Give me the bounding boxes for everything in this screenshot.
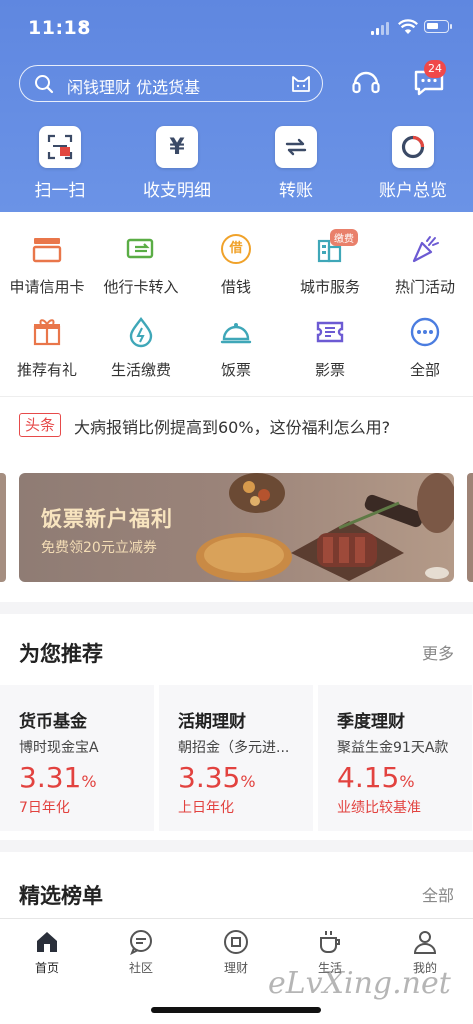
service-hot-events[interactable]: 热门活动 — [378, 232, 472, 312]
more-dots-icon — [408, 315, 442, 349]
product-name: 朝招金（多元进... — [178, 740, 290, 756]
tab-label: 首页 — [34, 961, 59, 975]
service-all[interactable]: 全部 — [378, 315, 472, 395]
recommendation-card[interactable]: 货币基金 博时现金宝A 3.31% 7日年化 — [0, 685, 154, 831]
cellular-signal-icon — [371, 21, 391, 35]
status-bar: 11:18 ➤ — [0, 0, 473, 56]
customer-service-headset-icon[interactable] — [350, 66, 382, 98]
borrow-icon-text: 借 — [221, 234, 251, 264]
service-label: 影票 — [314, 361, 345, 379]
wealth-icon — [223, 929, 249, 955]
service-apply-credit-card[interactable]: 申请信用卡 — [0, 232, 94, 312]
service-label: 申请信用卡 — [9, 278, 85, 296]
banner-subtitle: 免费领20元立减券 — [41, 540, 157, 556]
credit-card-icon — [30, 232, 64, 266]
search-icon — [35, 75, 54, 94]
service-label: 热门活动 — [394, 278, 455, 296]
top-header: 11:18 ➤ 闲钱理财 优选货基 24 扫一扫 ¥ 收支明细 转账 账户总览 — [0, 0, 473, 212]
product-category: 季度理财 — [337, 712, 405, 732]
promo-banner[interactable]: 饭票新户福利 免费领20元立减券 — [19, 473, 454, 582]
service-movie-ticket[interactable]: 影票 — [283, 315, 377, 395]
community-chat-icon — [128, 929, 154, 955]
party-popper-icon — [408, 232, 442, 266]
ranking-all-link[interactable]: 全部 — [422, 882, 454, 906]
quick-action-transactions[interactable]: ¥ 收支明细 — [117, 126, 237, 206]
service-referral-gift[interactable]: 推荐有礼 — [0, 315, 94, 395]
service-label: 借钱 — [220, 278, 251, 296]
dining-cloche-icon — [219, 315, 253, 349]
ranking-section: 精选榜单 全部 — [0, 852, 473, 922]
service-city-services[interactable]: 城市服务 — [283, 232, 377, 312]
search-placeholder: 闲钱理财 优选货基 — [67, 78, 201, 97]
service-label: 他行卡转入 — [103, 278, 179, 296]
account-overview-icon — [392, 126, 434, 168]
recommendation-section: 为您推荐 更多 货币基金 博时现金宝A 3.31% 7日年化 活期理财 朝招金（… — [0, 614, 473, 840]
service-label: 城市服务 — [299, 278, 360, 296]
transfer-icon — [275, 126, 317, 168]
headline-news-bar[interactable]: 头条 大病报销比例提高到60%，这份福利怎么用? — [0, 396, 473, 456]
carousel-next-peek — [467, 473, 473, 582]
tab-home[interactable]: 首页 — [0, 927, 94, 977]
cat-mascot-icon[interactable] — [290, 72, 312, 94]
borrow-icon: 借 — [219, 232, 253, 266]
product-name: 博时现金宝A — [19, 740, 99, 756]
recommendation-title: 为您推荐 — [19, 642, 103, 666]
home-indicator — [151, 1007, 321, 1013]
home-icon — [34, 929, 60, 955]
service-label: 推荐有礼 — [16, 361, 77, 379]
message-count-badge: 24 — [424, 60, 446, 78]
service-other-bank-transfer-in[interactable]: 他行卡转入 — [94, 232, 188, 312]
location-arrow-icon: ➤ — [78, 19, 89, 34]
search-input[interactable]: 闲钱理财 优选货基 — [19, 65, 323, 102]
service-borrow[interactable]: 借 借钱 — [189, 232, 283, 312]
quick-action-label: 收支明细 — [143, 181, 211, 201]
tab-label: 社区 — [128, 961, 153, 975]
rate-description: 7日年化 — [19, 800, 70, 816]
yuan-icon: ¥ — [156, 126, 198, 168]
ranking-title: 精选榜单 — [19, 884, 103, 908]
quick-actions-row: 扫一扫 ¥ 收支明细 转账 账户总览 — [0, 126, 473, 206]
product-category: 货币基金 — [19, 712, 87, 732]
product-rate: 3.31% — [19, 761, 97, 794]
service-label: 饭票 — [220, 361, 251, 379]
scan-icon — [39, 126, 81, 168]
quick-action-transfer[interactable]: 转账 — [236, 126, 356, 206]
rate-description: 上日年化 — [178, 800, 234, 816]
gift-icon — [30, 315, 64, 349]
movie-ticket-icon — [313, 315, 347, 349]
quick-action-label: 转账 — [279, 181, 313, 201]
recommendation-card[interactable]: 活期理财 朝招金（多元进... 3.35% 上日年化 — [159, 685, 313, 831]
rate-description: 业绩比较基准 — [337, 800, 421, 816]
card-transfer-in-icon — [124, 232, 158, 266]
product-rate: 3.35% — [178, 761, 256, 794]
product-name: 聚益生金91天A款 — [337, 740, 449, 756]
recommendation-more-link[interactable]: 更多 — [422, 640, 454, 664]
utility-bill-icon — [124, 315, 158, 349]
quick-action-account-overview[interactable]: 账户总览 — [353, 126, 473, 206]
tab-community[interactable]: 社区 — [94, 927, 188, 977]
carousel-prev-peek — [0, 473, 6, 582]
product-rate: 4.15% — [337, 761, 415, 794]
coffee-cup-icon — [317, 929, 343, 955]
quick-action-scan[interactable]: 扫一扫 — [0, 126, 120, 206]
recommendation-card[interactable]: 季度理财 聚益生金91天A款 4.15% 业绩比较基准 — [318, 685, 472, 831]
wifi-icon — [398, 19, 418, 34]
headline-tag: 头条 — [19, 413, 62, 437]
service-label: 生活缴费 — [110, 361, 171, 379]
watermark: eLvXing.net — [268, 966, 451, 1001]
service-meal-ticket[interactable]: 饭票 — [189, 315, 283, 395]
banner-title: 饭票新户福利 — [41, 507, 173, 531]
payment-badge: 缴费 — [330, 229, 358, 246]
product-category: 活期理财 — [178, 712, 246, 732]
service-utility-payment[interactable]: 生活缴费 — [94, 315, 188, 395]
profile-icon — [412, 929, 438, 955]
quick-action-label: 账户总览 — [379, 181, 447, 201]
quick-action-label: 扫一扫 — [34, 181, 86, 201]
headline-text: 大病报销比例提高到60%，这份福利怎么用? — [74, 418, 391, 437]
service-label: 全部 — [409, 361, 440, 379]
battery-icon — [424, 20, 452, 33]
